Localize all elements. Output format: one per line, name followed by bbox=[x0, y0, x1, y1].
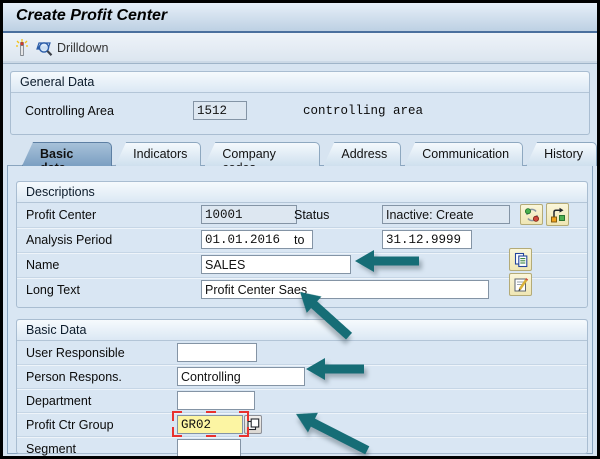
matchcode-button[interactable] bbox=[244, 415, 262, 434]
department-label: Department bbox=[26, 394, 91, 408]
status-overview-button[interactable] bbox=[546, 203, 569, 226]
person-resp-label: Person Respons. bbox=[26, 370, 122, 384]
tab-strip: Basic data Indicators Company codes Addr… bbox=[22, 142, 597, 166]
basic-data-header: Basic Data bbox=[17, 320, 587, 341]
copy-text-button[interactable] bbox=[509, 248, 532, 271]
profit-ctr-group-field[interactable]: GR02 bbox=[177, 415, 243, 434]
name-row: Name SALES bbox=[17, 253, 587, 278]
status-overview-icon bbox=[550, 207, 566, 223]
drilldown-magnifier-icon bbox=[36, 40, 55, 57]
controlling-area-label: Controlling Area bbox=[25, 104, 114, 118]
change-status-button[interactable] bbox=[520, 204, 543, 225]
tab-address[interactable]: Address bbox=[323, 142, 401, 166]
name-field[interactable]: SALES bbox=[201, 255, 351, 274]
application-toolbar: Drilldown bbox=[3, 33, 597, 64]
edit-long-text-button[interactable] bbox=[509, 273, 532, 296]
controlling-area-field[interactable]: 1512 bbox=[193, 101, 247, 120]
long-text-label: Long Text bbox=[26, 283, 80, 297]
user-responsible-row: User Responsible bbox=[17, 341, 587, 365]
analysis-period-row: Analysis Period 01.01.2016 to 31.12.9999 bbox=[17, 228, 587, 253]
descriptions-group: Descriptions Profit Center 10001 Status … bbox=[16, 181, 588, 308]
status-field[interactable]: Inactive: Create bbox=[382, 205, 510, 224]
page-title: Create Profit Center bbox=[16, 7, 167, 25]
name-label: Name bbox=[26, 258, 59, 272]
descriptions-header: Descriptions bbox=[17, 182, 587, 203]
wand-button[interactable] bbox=[14, 37, 30, 59]
basic-data-group: Basic Data User Responsible Person Respo… bbox=[16, 319, 588, 454]
general-data-group: General Data Controlling Area 1512 contr… bbox=[10, 71, 590, 135]
profit-ctr-group-label: Profit Ctr Group bbox=[26, 418, 114, 432]
wand-icon bbox=[14, 38, 30, 58]
user-responsible-label: User Responsible bbox=[26, 346, 125, 360]
title-bar: Create Profit Center bbox=[3, 3, 597, 33]
long-text-field[interactable]: Profit Center Saes bbox=[201, 280, 489, 299]
department-row: Department bbox=[17, 389, 587, 413]
tab-communication[interactable]: Communication bbox=[404, 142, 523, 166]
to-label: to bbox=[294, 233, 304, 247]
profit-center-label: Profit Center bbox=[26, 208, 96, 222]
tab-history[interactable]: History bbox=[526, 142, 597, 166]
person-resp-field[interactable]: Controlling bbox=[177, 367, 305, 386]
tab-basic-data[interactable]: Basic data bbox=[22, 142, 112, 166]
status-label: Status bbox=[294, 208, 329, 222]
long-text-row: Long Text Profit Center Saes bbox=[17, 278, 587, 302]
sap-window: Create Profit Center Drilldown bbox=[0, 0, 600, 459]
controlling-area-description: controlling area bbox=[303, 104, 423, 118]
matchcode-icon bbox=[247, 418, 260, 431]
edit-icon bbox=[513, 277, 529, 293]
person-resp-row: Person Respons. Controlling bbox=[17, 365, 587, 389]
copy-icon bbox=[513, 252, 529, 268]
segment-row: Segment bbox=[17, 437, 587, 459]
analysis-period-label: Analysis Period bbox=[26, 233, 112, 247]
segment-label: Segment bbox=[26, 442, 76, 456]
profit-center-row: Profit Center 10001 Status Inactive: Cre… bbox=[17, 203, 587, 228]
drilldown-label: Drilldown bbox=[57, 41, 108, 55]
department-field[interactable] bbox=[177, 391, 255, 410]
profit-ctr-group-row: Profit Ctr Group GR02 bbox=[17, 413, 587, 437]
user-responsible-field[interactable] bbox=[177, 343, 257, 362]
drilldown-button[interactable]: Drilldown bbox=[36, 37, 108, 59]
general-data-header: General Data bbox=[11, 72, 589, 93]
profit-center-field[interactable]: 10001 bbox=[201, 205, 297, 224]
tab-indicators[interactable]: Indicators bbox=[115, 142, 201, 166]
tab-company-codes[interactable]: Company codes bbox=[204, 142, 320, 166]
change-status-icon bbox=[524, 207, 540, 223]
segment-field[interactable] bbox=[177, 439, 241, 458]
analysis-to-field[interactable]: 31.12.9999 bbox=[382, 230, 472, 249]
